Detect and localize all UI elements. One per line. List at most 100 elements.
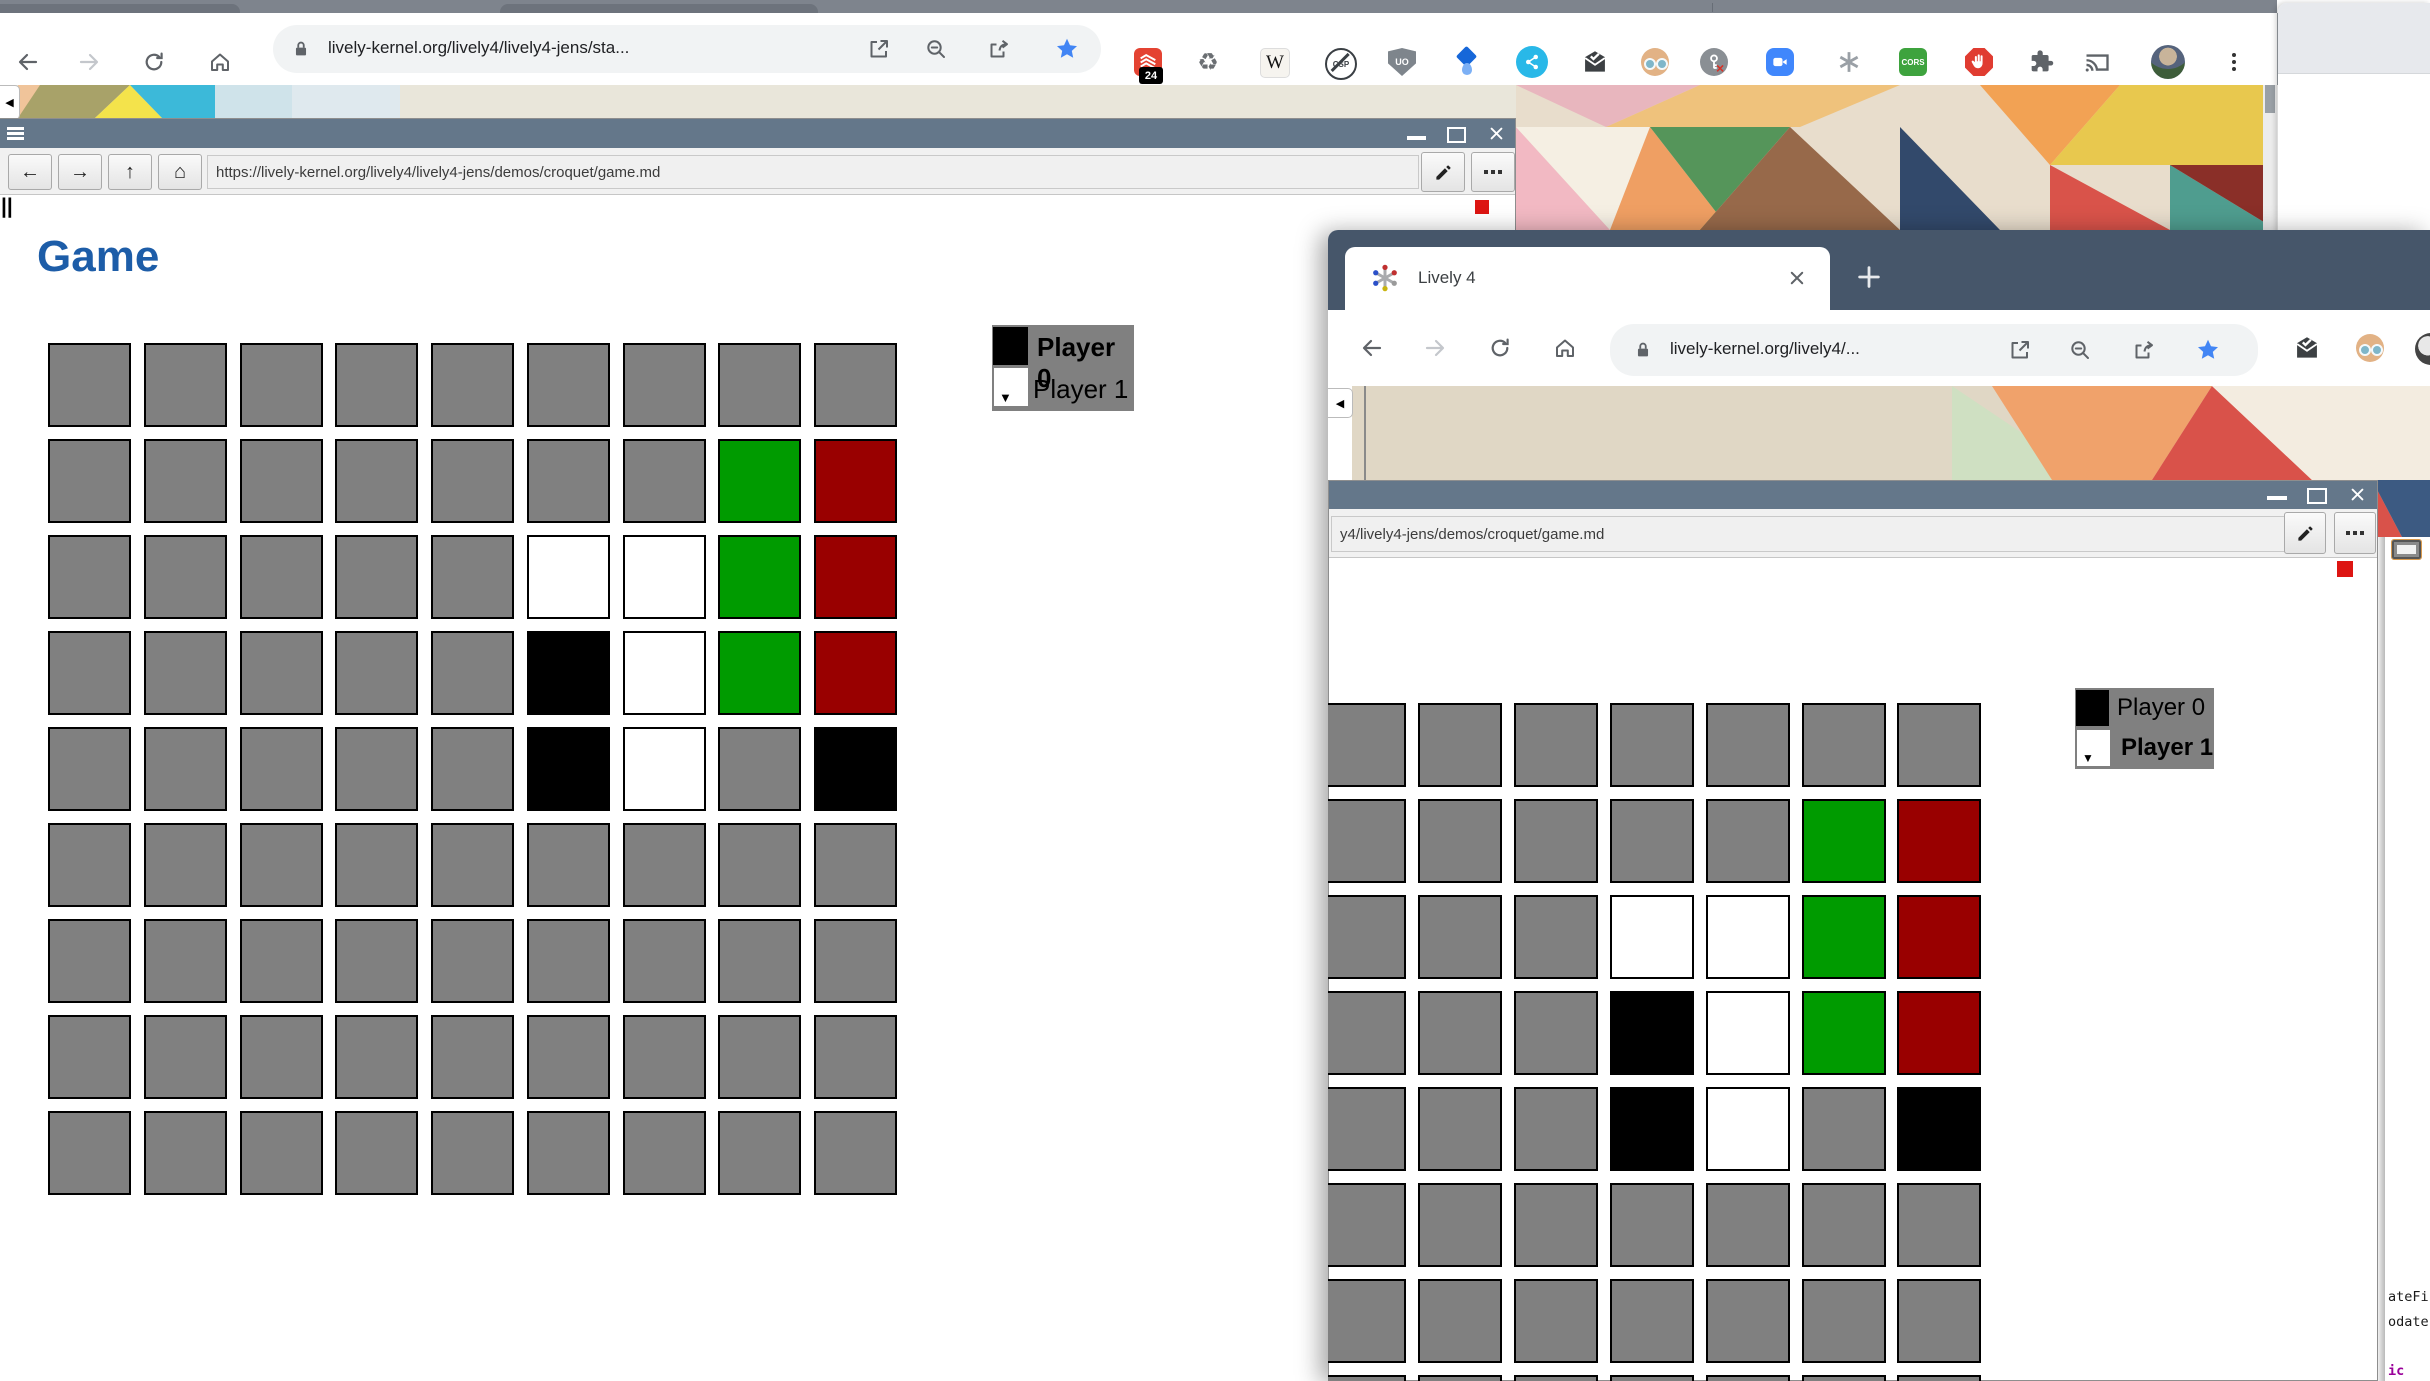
close-button[interactable] bbox=[1488, 125, 1505, 142]
board-cell[interactable] bbox=[144, 823, 227, 907]
lively2-titlebar[interactable] bbox=[1329, 481, 2377, 509]
home-icon[interactable] bbox=[208, 50, 232, 74]
board-cell[interactable] bbox=[335, 439, 418, 523]
edit-button[interactable] bbox=[1421, 152, 1465, 192]
board-cell[interactable] bbox=[527, 919, 610, 1003]
extension-csp-icon[interactable]: CSP bbox=[1325, 48, 1357, 80]
extension-persona-icon[interactable] bbox=[1641, 48, 1669, 76]
lively2-url-field[interactable]: y4/lively4-jens/demos/croquet/game.md bbox=[1331, 516, 2289, 552]
board-cell[interactable] bbox=[1802, 703, 1886, 787]
board-cell[interactable] bbox=[431, 727, 514, 811]
extension-stop-hand-icon[interactable] bbox=[1965, 48, 1993, 76]
board-cell[interactable] bbox=[240, 823, 323, 907]
forward-icon[interactable] bbox=[77, 50, 101, 74]
board-cell[interactable] bbox=[814, 343, 897, 427]
board-cell[interactable] bbox=[1514, 799, 1598, 883]
board-cell[interactable] bbox=[1418, 895, 1502, 979]
more-options-button[interactable] bbox=[1471, 152, 1515, 192]
profile-avatar[interactable] bbox=[2415, 333, 2430, 365]
board-cell[interactable] bbox=[431, 1015, 514, 1099]
extension-lively-star-icon[interactable] bbox=[1835, 48, 1863, 76]
board-cell[interactable] bbox=[623, 727, 706, 811]
board-cell[interactable] bbox=[1418, 1375, 1502, 1381]
player1-swatch-dropdown[interactable]: ▼ bbox=[994, 368, 1028, 406]
share-icon[interactable] bbox=[2132, 338, 2156, 362]
board-cell[interactable] bbox=[814, 727, 897, 811]
board-cell[interactable] bbox=[527, 1111, 610, 1195]
extension-kite-icon[interactable] bbox=[1453, 48, 1481, 76]
lively1-titlebar[interactable] bbox=[0, 119, 1515, 148]
board-cell[interactable] bbox=[1328, 799, 1406, 883]
board-cell[interactable] bbox=[144, 439, 227, 523]
board-cell[interactable] bbox=[431, 919, 514, 1003]
board-cell[interactable] bbox=[1802, 895, 1886, 979]
zoom-out-icon[interactable] bbox=[2068, 338, 2092, 362]
extensions-puzzle-icon[interactable] bbox=[2027, 48, 2055, 76]
zoom-out-icon[interactable] bbox=[924, 37, 948, 61]
chrome2-tab[interactable]: Lively 4 bbox=[1345, 247, 1830, 310]
board-cell[interactable] bbox=[1328, 1183, 1406, 1267]
extension-key-icon[interactable]: × bbox=[1700, 48, 1728, 76]
board-cell[interactable] bbox=[1897, 1375, 1981, 1381]
board-cell[interactable] bbox=[1802, 1375, 1886, 1381]
board-cell[interactable] bbox=[1802, 799, 1886, 883]
board-cell[interactable] bbox=[1328, 1087, 1406, 1171]
board-cell[interactable] bbox=[431, 535, 514, 619]
board-cell[interactable] bbox=[623, 1111, 706, 1195]
board-cell[interactable] bbox=[1897, 895, 1981, 979]
board-cell[interactable] bbox=[144, 1111, 227, 1195]
board-cell[interactable] bbox=[240, 919, 323, 1003]
bookmark-star-icon[interactable] bbox=[1055, 37, 1079, 61]
close-button[interactable] bbox=[2349, 486, 2366, 503]
reload-icon[interactable] bbox=[1488, 336, 1512, 360]
omnibox-url[interactable]: lively-kernel.org/lively4/lively4-jens/s… bbox=[328, 38, 858, 58]
board-cell[interactable] bbox=[240, 439, 323, 523]
edit-button[interactable] bbox=[2284, 512, 2326, 554]
board-cell[interactable] bbox=[527, 823, 610, 907]
board-cell[interactable] bbox=[48, 439, 131, 523]
nav-back-button[interactable]: ← bbox=[8, 154, 52, 190]
board-cell[interactable] bbox=[814, 535, 897, 619]
scrollbar-track[interactable] bbox=[2263, 85, 2277, 230]
board-cell[interactable] bbox=[240, 535, 323, 619]
board-cell[interactable] bbox=[623, 823, 706, 907]
board-cell[interactable] bbox=[1514, 991, 1598, 1075]
board-cell[interactable] bbox=[1897, 1087, 1981, 1171]
nav-home-button[interactable]: ⌂ bbox=[158, 154, 202, 190]
board-cell[interactable] bbox=[718, 535, 801, 619]
board-cell[interactable] bbox=[814, 919, 897, 1003]
board-cell[interactable] bbox=[1328, 703, 1406, 787]
board-cell[interactable] bbox=[431, 1111, 514, 1195]
board-cell[interactable] bbox=[718, 1015, 801, 1099]
board-cell[interactable] bbox=[1897, 703, 1981, 787]
open-in-new-icon[interactable] bbox=[2008, 338, 2032, 362]
board-cell[interactable] bbox=[1514, 703, 1598, 787]
cast-icon[interactable] bbox=[2083, 48, 2111, 76]
reload-icon[interactable] bbox=[142, 50, 166, 74]
board-cell[interactable] bbox=[1802, 1087, 1886, 1171]
minimize-button[interactable] bbox=[1407, 136, 1426, 140]
board-cell[interactable] bbox=[718, 631, 801, 715]
nav-up-button[interactable]: ↑ bbox=[108, 154, 152, 190]
board-cell[interactable] bbox=[718, 343, 801, 427]
board-cell[interactable] bbox=[527, 631, 610, 715]
board-cell[interactable] bbox=[814, 823, 897, 907]
board-cell[interactable] bbox=[623, 919, 706, 1003]
player1-swatch-dropdown[interactable]: ▼ bbox=[2077, 730, 2110, 766]
editor-maximize-icon[interactable] bbox=[2392, 540, 2421, 559]
board-cell[interactable] bbox=[1610, 1183, 1694, 1267]
nav-forward-button[interactable]: → bbox=[58, 154, 102, 190]
board-cell[interactable] bbox=[1897, 991, 1981, 1075]
extension-persona-icon[interactable] bbox=[2356, 334, 2384, 362]
profile-avatar[interactable] bbox=[2151, 45, 2185, 79]
board-cell[interactable] bbox=[1418, 991, 1502, 1075]
board-cell[interactable] bbox=[1328, 1279, 1406, 1363]
board-cell[interactable] bbox=[527, 1015, 610, 1099]
board-cell[interactable] bbox=[144, 919, 227, 1003]
share-icon[interactable] bbox=[987, 37, 1011, 61]
board-cell[interactable] bbox=[718, 1111, 801, 1195]
extension-recycle-icon[interactable]: ♻ bbox=[1194, 48, 1222, 76]
board-cell[interactable] bbox=[814, 1015, 897, 1099]
board-cell[interactable] bbox=[1610, 799, 1694, 883]
board-cell[interactable] bbox=[718, 439, 801, 523]
